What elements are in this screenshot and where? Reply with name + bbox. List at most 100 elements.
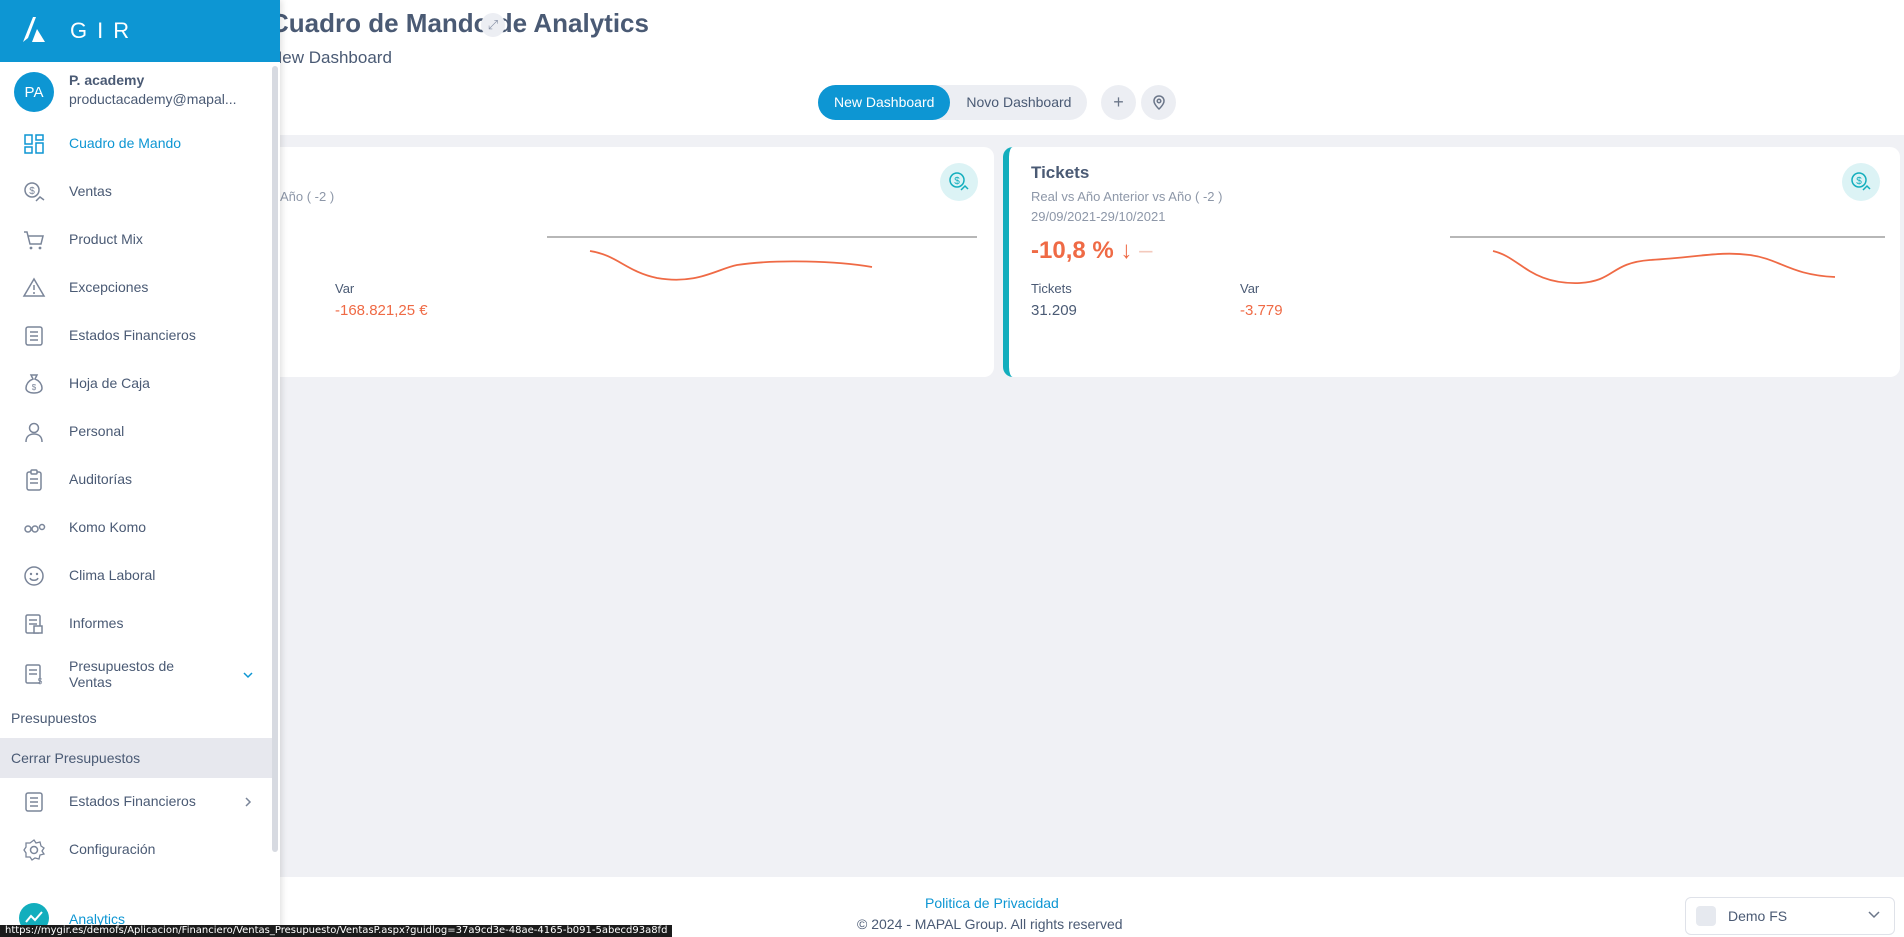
brand-name: GIR	[70, 18, 140, 43]
card-subtitle: Año ( -2 )	[280, 189, 335, 204]
sidebar-item-label: Configuración	[69, 841, 156, 857]
var-label: Var	[1240, 281, 1260, 296]
location-pin-icon	[1152, 94, 1165, 110]
warning-icon	[22, 277, 46, 297]
var-value: -3.779	[1240, 302, 1283, 319]
chevron-right-icon	[245, 797, 252, 807]
svg-text:$: $	[1856, 176, 1862, 187]
trend-dash: –	[1139, 237, 1153, 264]
sidebar-item-ventas[interactable]: $ Ventas	[0, 172, 270, 212]
dashboard-tabs: New Dashboard Novo Dashboard	[818, 85, 1088, 120]
budget-icon: $	[25, 664, 43, 686]
sidebar-item-auditorias[interactable]: Auditorías	[0, 460, 270, 500]
sidebar-item-personal[interactable]: Personal	[0, 412, 270, 452]
sidebar-scrollbar[interactable]	[272, 66, 278, 852]
sidebar-item-label: Presupuestos de Ventas	[69, 658, 174, 690]
sidebar-item-hoja-de-caja[interactable]: $ Hoja de Caja	[0, 364, 270, 404]
company-icon	[1696, 906, 1716, 926]
sidebar-item-cuadro-de-mando[interactable]: Cuadro de Mando	[0, 124, 270, 164]
label-line1: Presupuestos de	[69, 658, 175, 674]
privacy-link[interactable]: Politica de Privacidad	[925, 895, 1059, 911]
gir-logo-icon	[23, 17, 45, 42]
company-name: Demo FS	[1728, 908, 1788, 924]
tickets-label: Tickets	[1031, 281, 1072, 296]
komo-icon	[24, 523, 46, 533]
gear-icon	[23, 839, 46, 861]
money-trend-icon[interactable]: $	[940, 163, 978, 201]
dashboard-grid-icon	[24, 134, 44, 154]
page-subtitle: New Dashboard	[270, 48, 392, 67]
sidebar-item-komo-komo[interactable]: Komo Komo	[0, 508, 270, 548]
sidebar-item-estados-financieros-2[interactable]: Estados Financieros	[0, 782, 270, 822]
tickets-kpi-card[interactable]: Tickets Real vs Año Anterior vs Año ( -2…	[1003, 147, 1900, 377]
sidebar-item-label: Auditorías	[69, 471, 133, 487]
sidebar-item-label: Ventas	[69, 183, 112, 199]
tab-novo-dashboard[interactable]: Novo Dashboard	[950, 85, 1087, 120]
var-label: Var	[335, 281, 355, 296]
chevron-down-icon	[243, 672, 253, 679]
sidebar-item-label: Excepciones	[69, 279, 149, 295]
card-subtitle: Real vs Año Anterior vs Año ( -2 )	[1031, 189, 1223, 204]
user-name: P. academy	[69, 72, 145, 88]
sidebar-item-presupuestos-de-ventas[interactable]: $ Presupuestos de Ventas	[0, 652, 270, 696]
sidebar-item-label: Estados Financieros	[69, 327, 196, 343]
report-icon	[25, 326, 43, 346]
subitem-label: Cerrar Presupuestos	[11, 750, 141, 766]
sidebar-item-label: Komo Komo	[69, 519, 147, 535]
plus-icon: +	[1113, 92, 1124, 112]
sidebar-item-product-mix[interactable]: Product Mix	[0, 220, 270, 260]
svg-text:$: $	[29, 186, 35, 197]
label-line2: Ventas	[69, 674, 112, 690]
subitem-label: Presupuestos	[11, 710, 97, 726]
svg-text:$: $	[32, 383, 37, 392]
kpi-value: -10,8 %	[1031, 237, 1114, 264]
document-icon	[25, 614, 43, 634]
kpi-percentage: -10,8 % ↓ –	[1031, 237, 1152, 265]
add-dashboard-button[interactable]: +	[1101, 85, 1136, 120]
subitem-presupuestos[interactable]: Presupuestos	[0, 698, 272, 738]
money-bag-icon: $	[25, 374, 43, 394]
sidebar-item-label: Product Mix	[69, 231, 143, 247]
person-icon	[25, 422, 43, 443]
svg-text:$: $	[954, 176, 960, 187]
sidebar-item-label: Hoja de Caja	[69, 375, 150, 391]
sidebar-item-label: Clima Laboral	[69, 567, 156, 583]
sparkline-chart	[547, 236, 977, 281]
sidebar-item-configuracion[interactable]: Configuración	[0, 830, 270, 870]
sidebar-item-estados-financieros[interactable]: Estados Financieros	[0, 316, 270, 356]
tab-new-dashboard[interactable]: New Dashboard	[818, 85, 951, 120]
card-date-range: 29/09/2021-29/10/2021	[1031, 209, 1166, 224]
status-bar-url: https://mygir.es/demofs/Aplicacion/Finan…	[0, 925, 673, 937]
tickets-value: 31.209	[1031, 302, 1077, 319]
trend-down-icon: ↓	[1120, 237, 1133, 264]
sidebar-item-informes[interactable]: Informes	[0, 604, 270, 644]
svg-text:$: $	[38, 677, 43, 686]
clipboard-icon	[26, 469, 42, 491]
money-trend-icon[interactable]: $	[1842, 163, 1880, 201]
sidebar-item-label: Cuadro de Mando	[69, 135, 182, 151]
card-title: Tickets	[1031, 163, 1090, 182]
sidebar-header: GIR	[0, 0, 280, 62]
smile-icon	[24, 566, 44, 586]
chevron-down-icon	[1868, 911, 1880, 919]
sidebar-item-excepciones[interactable]: Excepciones	[0, 268, 270, 308]
page-title: Cuadro de Mando de Analytics	[270, 8, 649, 38]
cart-icon	[24, 231, 44, 250]
var-value: -168.821,25 €	[335, 302, 428, 319]
sidebar-item-label: Personal	[69, 423, 125, 439]
sidebar: GIR PA P. academy productacademy@mapal..…	[0, 0, 280, 937]
sidebar-item-clima-laboral[interactable]: Clima Laboral	[0, 556, 270, 596]
subitem-cerrar-presupuestos[interactable]: Cerrar Presupuestos	[0, 738, 272, 778]
sparkline-chart	[1450, 236, 1885, 284]
report-icon	[25, 792, 43, 812]
sales-kpi-card[interactable]: Año ( -2 ) Var -168.821,25 € $	[240, 147, 994, 377]
sidebar-item-label: Estados Financieros	[69, 793, 196, 809]
sales-coin-icon: $	[24, 182, 45, 202]
user-email: productacademy@mapal...	[69, 91, 237, 107]
avatar[interactable]: PA	[14, 72, 54, 112]
copyright: © 2024 - MAPAL Group. All rights reserve…	[857, 916, 1123, 932]
expand-icon[interactable]: ⤢	[481, 13, 505, 37]
location-button[interactable]	[1141, 85, 1176, 120]
sidebar-item-label: Informes	[69, 615, 124, 631]
company-select[interactable]: Demo FS	[1685, 897, 1895, 935]
